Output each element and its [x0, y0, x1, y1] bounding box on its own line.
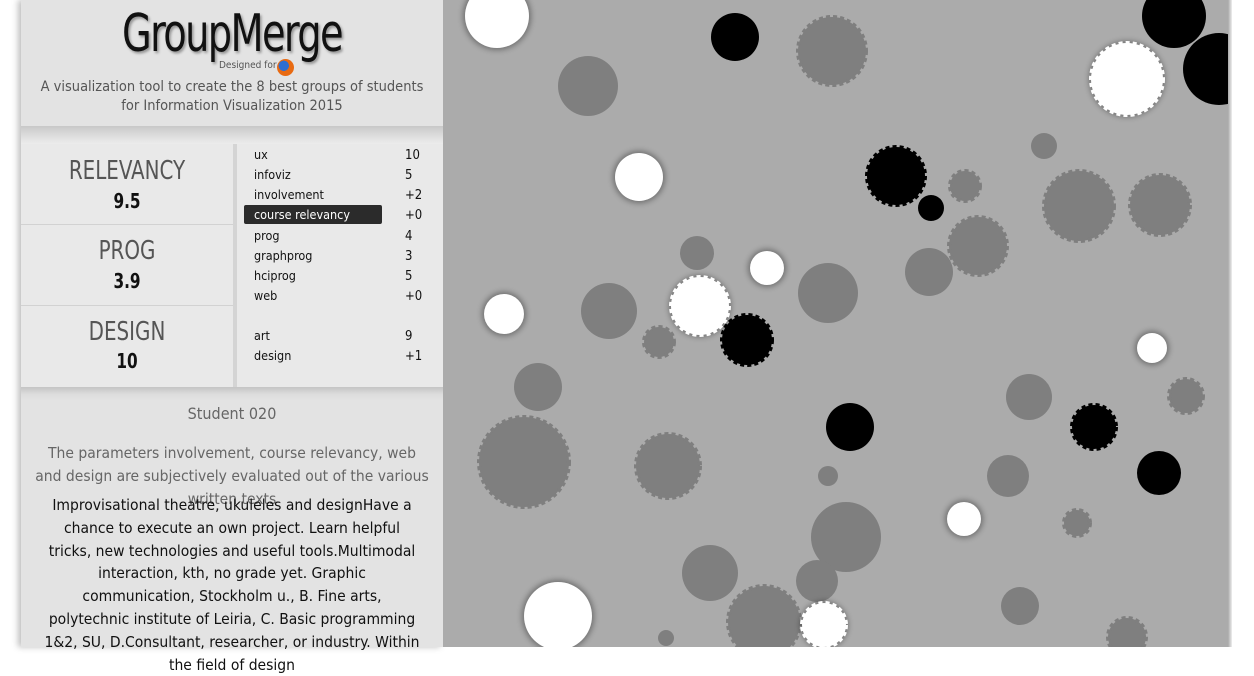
param-value: 4 — [405, 229, 413, 244]
student-bubble[interactable] — [1006, 374, 1052, 420]
param-value: 5 — [405, 168, 413, 183]
student-bubble[interactable] — [682, 545, 738, 601]
param-name: graphprog — [254, 248, 313, 263]
param-name: art — [254, 328, 270, 343]
category-name: DESIGN — [88, 317, 166, 347]
category-name: PROG — [98, 236, 156, 266]
student-bubble[interactable] — [720, 313, 774, 367]
student-bubble[interactable] — [948, 169, 982, 203]
param-design[interactable]: design +1 — [244, 346, 423, 365]
student-bubble[interactable] — [826, 403, 874, 451]
left-panel: GroupMerge Designed for A visualization … — [21, 0, 443, 674]
category-name: RELEVANCY — [68, 156, 186, 186]
param-web[interactable]: web +0 — [244, 286, 423, 305]
student-bubble[interactable] — [1089, 41, 1165, 117]
student-bubble[interactable] — [669, 275, 731, 337]
param-value: 5 — [405, 269, 413, 284]
header-divider — [21, 126, 443, 144]
student-bubble[interactable] — [987, 455, 1029, 497]
student-bubble[interactable] — [1128, 173, 1192, 237]
student-bubble[interactable] — [558, 56, 618, 116]
viz-border — [1228, 0, 1232, 647]
param-name: infoviz — [254, 167, 291, 182]
param-graphprog[interactable]: graphprog 3 — [244, 246, 423, 265]
param-name: prog — [254, 228, 280, 243]
category-design[interactable]: DESIGN 10 — [21, 305, 233, 385]
student-bubble[interactable] — [918, 195, 944, 221]
category-score: 3.9 — [113, 269, 141, 293]
param-ux[interactable]: ux 10 — [244, 145, 423, 164]
student-bubble[interactable] — [865, 145, 927, 207]
param-hciprog[interactable]: hciprog 5 — [244, 266, 423, 285]
student-bubble[interactable] — [947, 502, 981, 536]
student-bubble[interactable] — [484, 294, 524, 334]
student-bubble[interactable] — [477, 415, 571, 509]
param-name: hciprog — [254, 268, 296, 283]
param-value: +1 — [405, 349, 423, 364]
student-bubble[interactable] — [800, 601, 848, 647]
student-bubble[interactable] — [1137, 333, 1167, 363]
param-involvement[interactable]: involvement +2 — [244, 185, 423, 204]
param-value: +0 — [405, 289, 423, 304]
param-name: web — [254, 288, 278, 303]
category-score: 10 — [116, 349, 138, 373]
student-bubble[interactable] — [726, 584, 802, 647]
param-value: 3 — [405, 249, 413, 264]
param-value: 10 — [405, 148, 420, 163]
student-bubble[interactable] — [1001, 587, 1039, 625]
app-subtitle-line1: A visualization tool to create the 8 bes… — [40, 79, 424, 95]
student-bubble[interactable] — [1142, 0, 1206, 48]
student-bubble[interactable] — [1031, 133, 1057, 159]
bubble-visualization[interactable] — [443, 0, 1228, 647]
student-bubble[interactable] — [1062, 508, 1092, 538]
param-value: +2 — [405, 188, 423, 203]
student-bubble[interactable] — [1167, 377, 1205, 415]
category-relevancy[interactable]: RELEVANCY 9.5 — [21, 144, 233, 224]
student-bubble[interactable] — [750, 251, 784, 285]
designed-for-label: Designed for — [219, 60, 277, 71]
student-bubble[interactable] — [796, 560, 838, 602]
param-art[interactable]: art 9 — [244, 326, 423, 345]
category-prog[interactable]: PROG 3.9 — [21, 224, 233, 304]
bubble-canvas[interactable] — [443, 0, 1228, 647]
student-bubble[interactable] — [1137, 451, 1181, 495]
student-bubble[interactable] — [634, 432, 702, 500]
app-title: GroupMerge — [121, 4, 344, 64]
param-value: +0 — [405, 208, 423, 223]
header: GroupMerge Designed for A visualization … — [21, 0, 443, 128]
scores-divider-shadow — [21, 387, 443, 401]
scores-section: RELEVANCY 9.5 PROG 3.9 DESIGN 10 ux 10 i… — [21, 144, 443, 387]
student-bubble[interactable] — [658, 630, 674, 646]
student-bubble[interactable] — [711, 13, 759, 61]
student-bubble[interactable] — [1070, 403, 1118, 451]
student-bubble[interactable] — [1106, 616, 1148, 647]
student-bubble[interactable] — [680, 236, 714, 270]
param-value: 9 — [405, 329, 413, 344]
param-name: design — [254, 348, 292, 363]
student-bubble[interactable] — [947, 215, 1009, 277]
student-name: Student 020 — [187, 404, 277, 423]
param-course-relevancy[interactable]: course relevancy +0 — [244, 205, 423, 224]
student-bubble[interactable] — [581, 283, 637, 339]
student-bubble[interactable] — [524, 582, 592, 647]
firefox-icon — [277, 59, 294, 76]
param-name: course relevancy — [244, 205, 382, 224]
param-name: ux — [254, 147, 268, 162]
param-name: involvement — [254, 187, 324, 202]
category-score: 9.5 — [113, 189, 141, 213]
student-bubble[interactable] — [615, 153, 663, 201]
student-bubble[interactable] — [642, 325, 676, 359]
param-prog[interactable]: prog 4 — [244, 226, 423, 245]
app-subtitle-line2: for Information Visualization 2015 — [121, 98, 343, 114]
student-bubble[interactable] — [905, 248, 953, 296]
student-bubble[interactable] — [796, 15, 868, 87]
scores-divider — [233, 144, 237, 387]
student-bubble[interactable] — [514, 363, 562, 411]
student-bubble[interactable] — [798, 263, 858, 323]
param-infoviz[interactable]: infoviz 5 — [244, 165, 423, 184]
student-bubble[interactable] — [818, 466, 838, 486]
student-bubble[interactable] — [1042, 169, 1116, 243]
student-description: Improvisational theatre, ukuleles and de… — [44, 496, 420, 674]
